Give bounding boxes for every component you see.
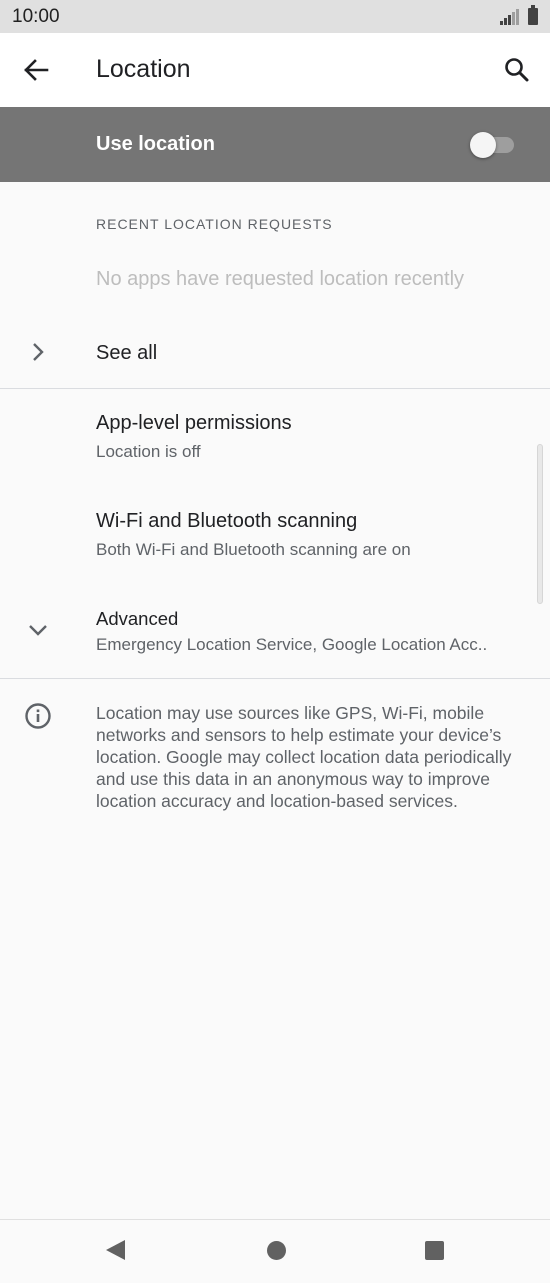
nav-recents-icon[interactable]	[425, 1241, 444, 1260]
chevron-down-icon	[24, 616, 52, 644]
status-time: 10:00	[12, 5, 60, 27]
see-all-label: See all	[96, 342, 158, 364]
app-bar: Location	[0, 33, 550, 107]
wifi-bluetooth-scanning-row[interactable]: Wi-Fi and Bluetooth scanning Both Wi-Fi …	[0, 494, 550, 576]
row-title: Wi-Fi and Bluetooth scanning	[96, 510, 358, 532]
page-title: Location	[96, 55, 191, 83]
use-location-toggle-row[interactable]: Use location	[0, 107, 550, 182]
back-button[interactable]	[18, 54, 54, 86]
advanced-row[interactable]: Advanced Emergency Location Service, Goo…	[0, 594, 550, 676]
row-subtitle: Location is off	[96, 442, 201, 461]
location-settings-screen: 10:00 Location Use location RECENT LOCAT…	[0, 0, 550, 1283]
recent-location-requests-header: RECENT LOCATION REQUESTS	[96, 216, 333, 232]
info-icon	[24, 702, 52, 730]
divider	[0, 678, 550, 679]
search-icon	[505, 58, 529, 82]
search-button[interactable]	[500, 53, 534, 87]
battery-icon	[528, 5, 538, 25]
divider	[0, 388, 550, 389]
row-title: App-level permissions	[96, 412, 292, 434]
use-location-switch-thumb[interactable]	[470, 132, 496, 158]
no-recent-requests-text: No apps have requested location recently	[96, 268, 465, 290]
nav-back-icon[interactable]	[106, 1240, 125, 1260]
location-info-text: Location may use sources like GPS, Wi-Fi…	[96, 703, 512, 811]
signal-icon	[500, 8, 520, 25]
arrow-back-icon	[24, 59, 49, 81]
row-title: Advanced	[96, 608, 179, 629]
scrollbar[interactable]	[537, 444, 543, 604]
chevron-right-icon	[24, 338, 52, 366]
app-level-permissions-row[interactable]: App-level permissions Location is off	[0, 396, 550, 478]
nav-home-icon[interactable]	[267, 1241, 286, 1260]
row-subtitle: Both Wi-Fi and Bluetooth scanning are on	[96, 540, 411, 559]
status-bar: 10:00	[0, 0, 550, 33]
see-all-row[interactable]: See all	[0, 318, 550, 388]
navigation-bar	[0, 1219, 550, 1283]
status-icons	[500, 5, 538, 25]
use-location-label: Use location	[96, 133, 215, 155]
row-subtitle: Emergency Location Service, Google Locat…	[96, 635, 488, 654]
